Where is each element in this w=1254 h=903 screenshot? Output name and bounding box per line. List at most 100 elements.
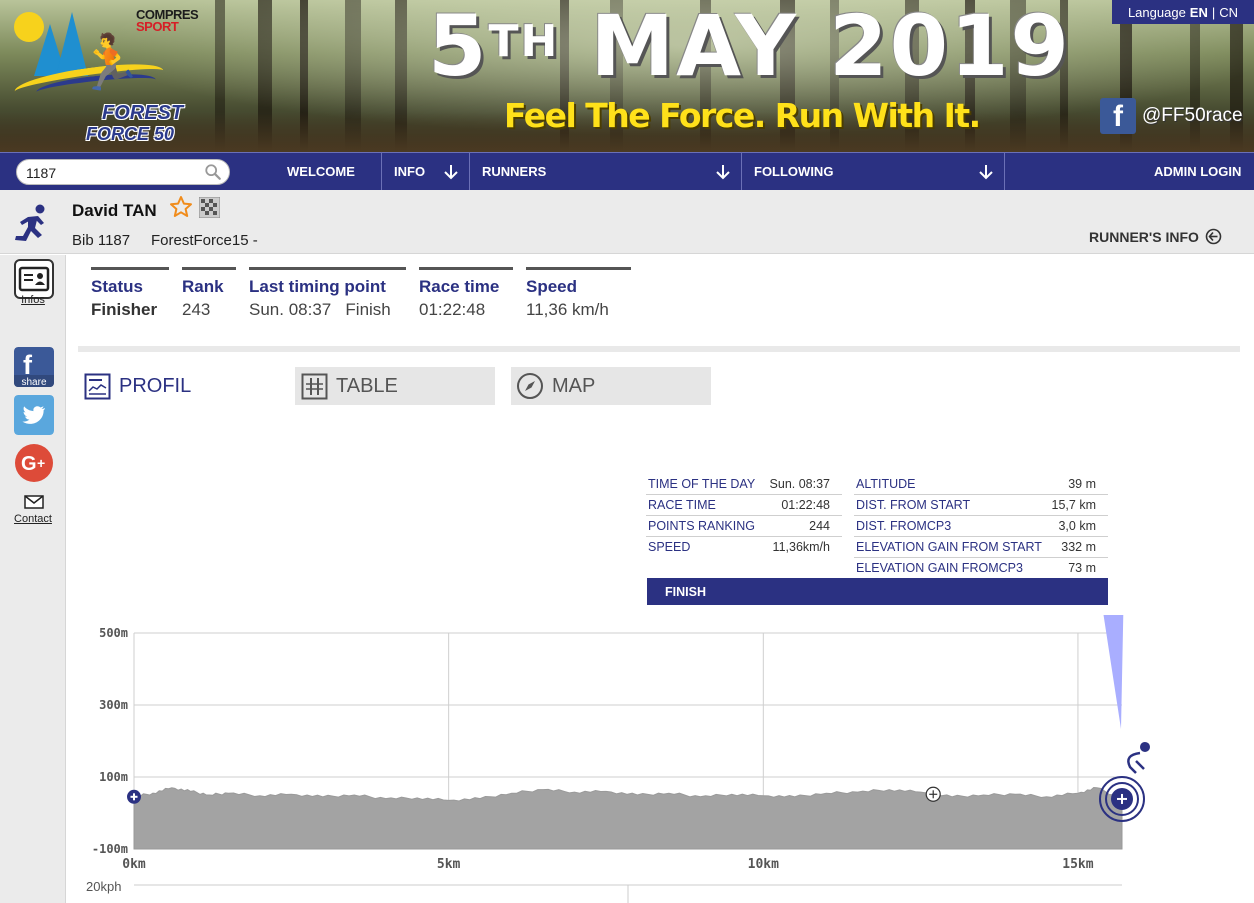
info-row: DIST. FROMCP3 3,0 km bbox=[854, 516, 1108, 537]
nav-separator bbox=[1004, 153, 1005, 190]
stat-label: Status bbox=[91, 277, 143, 296]
finish-runner-icon bbox=[1135, 760, 1145, 770]
point-title-bar: FINISH bbox=[647, 578, 1108, 605]
logo-text-line1: FOREST bbox=[102, 102, 184, 124]
profile-chart-icon bbox=[84, 373, 111, 399]
stat-rank: Rank 243 bbox=[182, 267, 236, 320]
y-axis-label: 100m bbox=[99, 770, 128, 784]
stat-speed: Speed 11,36 km/h bbox=[526, 267, 631, 320]
y-axis-label: 500m bbox=[99, 626, 128, 640]
stat-last-timing-point: Last timing point Sun. 08:37 Finish bbox=[249, 267, 406, 320]
runner-bib: Bib 1187 bbox=[72, 232, 131, 249]
x-axis-label: 15km bbox=[1062, 857, 1093, 872]
stat-race-time: Race time 01:22:48 bbox=[419, 267, 513, 320]
tab-table-label: TABLE bbox=[336, 374, 398, 397]
language-label: Language bbox=[1127, 4, 1186, 20]
x-axis-label: 10km bbox=[748, 857, 779, 872]
race-date-rest: MAY 2019 bbox=[590, 0, 1071, 95]
race-date-suffix: TH bbox=[488, 16, 560, 67]
arrow-down-icon[interactable] bbox=[442, 163, 460, 181]
stat-status: Status Finisher bbox=[91, 267, 169, 320]
search-input[interactable] bbox=[26, 163, 196, 182]
language-switcher: Language EN | CN bbox=[1112, 0, 1254, 24]
stat-bar bbox=[526, 267, 631, 270]
arrow-down-icon[interactable] bbox=[977, 163, 995, 181]
info-row: DIST. FROM START 15,7 km bbox=[854, 495, 1108, 516]
nav-separator bbox=[469, 153, 470, 190]
sidebar-contact-link[interactable]: Contact bbox=[0, 513, 66, 525]
envelope-icon[interactable] bbox=[24, 495, 44, 509]
info-key: RACE TIME bbox=[648, 498, 716, 512]
info-value: 332 m bbox=[1061, 540, 1096, 554]
y-axis-label: 300m bbox=[99, 698, 128, 712]
info-key: ELEVATION GAIN FROMCP3 bbox=[856, 561, 1023, 575]
nav-separator bbox=[741, 153, 742, 190]
elevation-profile-area bbox=[133, 786, 1123, 850]
stat-bar bbox=[419, 267, 513, 270]
info-row: RACE TIME 01:22:48 bbox=[646, 495, 842, 516]
race-date: 5TH MAY 2019 bbox=[428, 4, 1071, 88]
search-icon[interactable] bbox=[204, 163, 222, 181]
info-value: 01:22:48 bbox=[781, 498, 830, 512]
facebook-handle-link[interactable]: f @FF50race bbox=[1100, 98, 1243, 134]
info-value: Sun. 08:37 bbox=[769, 477, 830, 491]
info-key: DIST. FROM START bbox=[856, 498, 971, 512]
nav-following[interactable]: FOLLOWING bbox=[754, 153, 833, 190]
nav-info[interactable]: INFO bbox=[394, 153, 425, 190]
runner-icon bbox=[15, 204, 45, 241]
stat-label: Rank bbox=[182, 277, 224, 296]
logo-runner-icon: 🏃 bbox=[76, 33, 144, 93]
info-key: POINTS RANKING bbox=[648, 519, 755, 533]
info-value: 3,0 km bbox=[1058, 519, 1096, 533]
info-row: POINTS RANKING 244 bbox=[646, 516, 842, 537]
info-row: ELEVATION GAIN FROM START 332 m bbox=[854, 537, 1108, 558]
x-axis-label: 5km bbox=[437, 857, 461, 872]
main-nav: WELCOME INFO RUNNERS FOLLOWING ADMIN LOG… bbox=[0, 152, 1254, 190]
tab-profil[interactable]: PROFIL bbox=[84, 367, 274, 405]
favorite-star-icon[interactable] bbox=[169, 195, 193, 219]
stat-label: Last timing point bbox=[249, 277, 386, 296]
sponsor-line2: SPORT bbox=[136, 19, 179, 34]
nav-admin-login[interactable]: ADMIN LOGIN bbox=[1154, 153, 1241, 190]
language-en-link[interactable]: EN bbox=[1190, 5, 1208, 20]
elevation-profile-chart[interactable]: 500m 300m 100m -100m 0km 5km 10km 15km 20kph bbox=[78, 615, 1248, 903]
sidebar-infos-link[interactable]: Infos bbox=[0, 294, 66, 306]
google-plus-share-icon[interactable]: G + bbox=[14, 443, 54, 483]
stat-value: 11,36 km/h bbox=[526, 300, 609, 319]
info-key: SPEED bbox=[648, 540, 691, 554]
tab-table[interactable]: TABLE bbox=[295, 367, 495, 405]
stat-label: Speed bbox=[526, 277, 578, 296]
facebook-share-icon[interactable]: f share bbox=[14, 347, 54, 387]
x-axis-label: 0km bbox=[122, 857, 146, 872]
tab-map[interactable]: MAP bbox=[511, 367, 711, 405]
arrow-left-circle-icon bbox=[1205, 228, 1222, 245]
nav-runners[interactable]: RUNNERS bbox=[482, 153, 546, 190]
info-value: 15,7 km bbox=[1051, 498, 1096, 512]
info-row: ELEVATION GAIN FROMCP3 73 m bbox=[854, 558, 1108, 579]
language-cn-link[interactable]: CN bbox=[1219, 5, 1238, 20]
svg-text:+: + bbox=[37, 455, 45, 471]
stat-bar bbox=[182, 267, 236, 270]
runner-name: David TAN bbox=[72, 201, 157, 220]
runners-info-button[interactable]: RUNNER'S INFO bbox=[1089, 228, 1222, 245]
stat-value: 243 bbox=[182, 300, 211, 319]
info-value: 244 bbox=[809, 519, 830, 533]
finish-pointer bbox=[1103, 615, 1124, 729]
finish-runner-icon bbox=[1140, 741, 1150, 752]
logo-text-line2: FORCE 50 bbox=[86, 124, 175, 144]
runners-info-label: RUNNER'S INFO bbox=[1089, 228, 1199, 245]
info-key: ELEVATION GAIN FROM START bbox=[856, 540, 1042, 554]
stat-label: Race time bbox=[419, 277, 500, 296]
id-card-icon[interactable] bbox=[14, 259, 54, 299]
stat-value: Sun. 08:37 Finish bbox=[249, 300, 391, 319]
twitter-share-icon[interactable] bbox=[14, 395, 54, 435]
checkered-flag-icon bbox=[199, 197, 220, 218]
info-value: 39 m bbox=[1068, 477, 1096, 491]
info-row: TIME OF THE DAY Sun. 08:37 bbox=[646, 474, 842, 495]
nav-welcome[interactable]: WELCOME bbox=[287, 153, 355, 190]
runner-header: David TAN Bib 1187 ForestForce15 - RUNNE… bbox=[0, 190, 1254, 254]
header-banner: 🏃 FOREST FORCE 50 COMPRES SPORT 5TH MAY … bbox=[0, 0, 1254, 152]
tab-profil-label: PROFIL bbox=[119, 374, 192, 397]
info-row: SPEED 11,36km/h bbox=[646, 537, 842, 558]
arrow-down-icon[interactable] bbox=[714, 163, 732, 181]
